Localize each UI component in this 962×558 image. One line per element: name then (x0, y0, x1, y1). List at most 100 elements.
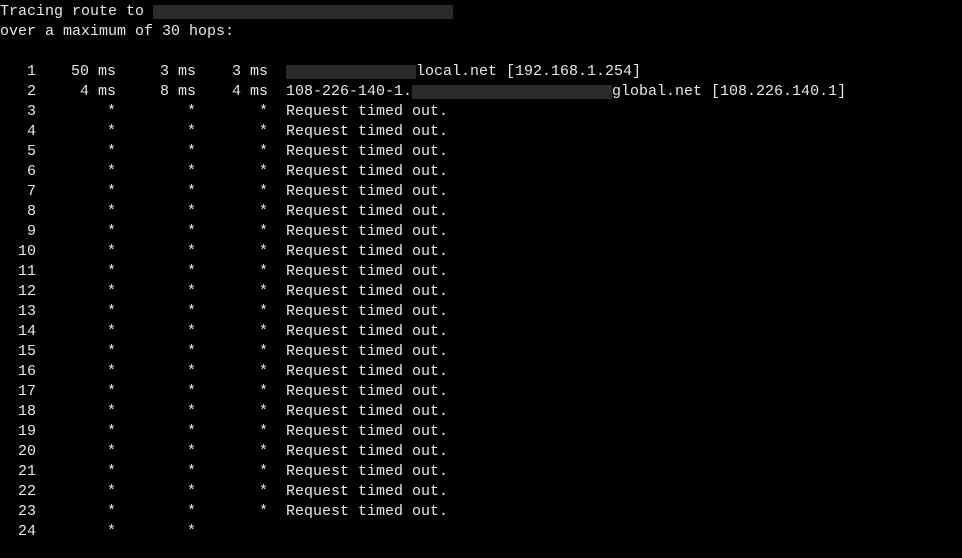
hop-destination-post: local.net [192.168.1.254] (416, 63, 641, 80)
hop-rtt3: * (196, 342, 268, 362)
column-gap (268, 502, 286, 522)
hop-row: 24 ms8 ms4 ms 108-226-140-1.global.net [… (0, 82, 962, 102)
redacted-host-segment (412, 85, 612, 99)
hop-rtt1: * (36, 182, 116, 202)
hop-number: 21 (0, 462, 36, 482)
hop-rtt3: 3 ms (196, 62, 268, 82)
hop-row: 3*** Request timed out. (0, 102, 962, 122)
hop-destination-pre: Request timed out. (286, 283, 448, 300)
hop-rtt1: * (36, 262, 116, 282)
hop-destination-pre: Request timed out. (286, 423, 448, 440)
hop-destination: Request timed out. (286, 282, 962, 302)
hop-row: 14*** Request timed out. (0, 322, 962, 342)
hop-rtt2: * (116, 522, 196, 542)
hop-number: 17 (0, 382, 36, 402)
hop-rtt2: * (116, 102, 196, 122)
column-gap (268, 442, 286, 462)
hop-rtt3: * (196, 242, 268, 262)
hop-destination: Request timed out. (286, 462, 962, 482)
column-gap (268, 322, 286, 342)
hop-destination-pre: Request timed out. (286, 343, 448, 360)
hop-destination-pre: Request timed out. (286, 383, 448, 400)
column-gap (268, 462, 286, 482)
hop-rtt2: 3 ms (116, 62, 196, 82)
hop-rtt3: * (196, 402, 268, 422)
hop-rtt2: * (116, 442, 196, 462)
hop-number: 23 (0, 502, 36, 522)
hop-row: 16*** Request timed out. (0, 362, 962, 382)
column-gap (268, 482, 286, 502)
hop-rtt1: * (36, 242, 116, 262)
hop-number: 6 (0, 162, 36, 182)
hop-destination: Request timed out. (286, 162, 962, 182)
hop-number: 14 (0, 322, 36, 342)
hop-destination: Request timed out. (286, 302, 962, 322)
hop-destination: Request timed out. (286, 182, 962, 202)
hop-row: 8*** Request timed out. (0, 202, 962, 222)
hop-row: 22*** Request timed out. (0, 482, 962, 502)
hop-rtt3: * (196, 502, 268, 522)
hop-number: 20 (0, 442, 36, 462)
column-gap (268, 162, 286, 182)
hop-destination-pre: Request timed out. (286, 403, 448, 420)
hop-number: 2 (0, 82, 36, 102)
hop-destination: Request timed out. (286, 322, 962, 342)
hop-rtt2: * (116, 262, 196, 282)
hop-destination: Request timed out. (286, 422, 962, 442)
hop-destination: Request timed out. (286, 442, 962, 462)
hop-row: 11*** Request timed out. (0, 262, 962, 282)
hop-destination: Request timed out. (286, 242, 962, 262)
hop-rtt2: * (116, 142, 196, 162)
hop-row: 12*** Request timed out. (0, 282, 962, 302)
column-gap (268, 522, 286, 542)
hop-rtt3: 4 ms (196, 82, 268, 102)
hop-row: 150 ms3 ms3 ms local.net [192.168.1.254] (0, 62, 962, 82)
hop-number: 18 (0, 402, 36, 422)
hop-rtt3: * (196, 362, 268, 382)
hop-destination-pre: Request timed out. (286, 503, 448, 520)
hop-number: 8 (0, 202, 36, 222)
hop-destination: local.net [192.168.1.254] (286, 62, 962, 82)
hop-rtt2: * (116, 462, 196, 482)
hop-number: 4 (0, 122, 36, 142)
hop-destination-pre: Request timed out. (286, 443, 448, 460)
column-gap (268, 122, 286, 142)
hop-rtt2: * (116, 282, 196, 302)
column-gap (268, 202, 286, 222)
hop-rtt1: * (36, 522, 116, 542)
hop-rtt3: * (196, 122, 268, 142)
redacted-host-segment (286, 65, 416, 79)
hop-destination: Request timed out. (286, 382, 962, 402)
hop-row: 23*** Request timed out. (0, 502, 962, 522)
hop-number: 12 (0, 282, 36, 302)
hop-number: 3 (0, 102, 36, 122)
hop-rtt1: * (36, 222, 116, 242)
hop-destination: Request timed out. (286, 362, 962, 382)
hop-rtt3: * (196, 382, 268, 402)
column-gap (268, 142, 286, 162)
tracert-output: 150 ms3 ms3 ms local.net [192.168.1.254]… (0, 62, 962, 542)
hop-rtt1: * (36, 442, 116, 462)
column-gap (268, 82, 286, 102)
hop-rtt2: * (116, 202, 196, 222)
hop-destination-pre: Request timed out. (286, 263, 448, 280)
column-gap (268, 262, 286, 282)
hop-rtt3: * (196, 102, 268, 122)
hop-rtt2: * (116, 422, 196, 442)
hop-rtt1: * (36, 382, 116, 402)
hop-number: 24 (0, 522, 36, 542)
column-gap (268, 382, 286, 402)
hop-number: 19 (0, 422, 36, 442)
hop-rtt3: * (196, 202, 268, 222)
hop-row: 21*** Request timed out. (0, 462, 962, 482)
hop-row: 15*** Request timed out. (0, 342, 962, 362)
hop-row: 5*** Request timed out. (0, 142, 962, 162)
hop-number: 7 (0, 182, 36, 202)
hop-rtt3: * (196, 142, 268, 162)
column-gap (268, 402, 286, 422)
hop-rtt2: * (116, 242, 196, 262)
column-gap (268, 362, 286, 382)
hop-rtt1: 4 ms (36, 82, 116, 102)
column-gap (268, 282, 286, 302)
hop-destination: Request timed out. (286, 102, 962, 122)
